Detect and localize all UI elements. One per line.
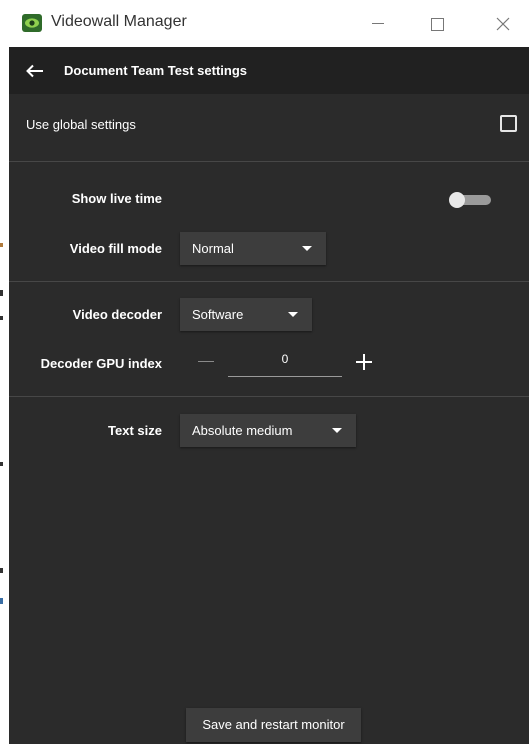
video-fill-mode-value: Normal [192,241,234,256]
edge-mark [0,290,3,296]
show-live-time-label: Show live time [71,191,162,206]
edge-mark [0,568,3,573]
close-icon[interactable] [488,10,518,38]
caret-down-icon [332,428,342,433]
video-decoder-label: Video decoder [72,307,162,322]
window-title: Videowall Manager [51,13,187,30]
text-size-label: Text size [108,423,162,438]
divider [9,396,529,397]
minimize-icon[interactable] [363,10,393,38]
increment-button[interactable] [355,353,373,371]
decrement-button[interactable] [196,352,216,372]
divider [9,281,529,282]
video-fill-mode-dropdown[interactable]: Normal [180,232,326,265]
title-bar: Videowall Manager [9,0,529,47]
save-and-restart-button[interactable]: Save and restart monitor [186,708,361,742]
caret-down-icon [288,312,298,317]
decoder-gpu-index-label: Decoder GPU index [40,356,162,371]
use-global-settings-checkbox[interactable] [500,115,517,132]
arrow-left-icon[interactable] [23,60,47,82]
edge-mark [0,316,3,320]
settings-window: Videowall Manager Document Team Test set… [9,0,529,744]
caret-down-icon [302,246,312,251]
use-global-settings-label: Use global settings [26,117,136,132]
edge-mark [0,243,3,247]
text-size-dropdown[interactable]: Absolute medium [180,414,356,447]
text-size-value: Absolute medium [192,423,293,438]
video-decoder-value: Software [192,307,244,322]
decoder-gpu-index-value: 0 [281,352,289,366]
decoder-gpu-index-input[interactable]: 0 [228,346,342,377]
show-live-time-toggle[interactable] [449,192,491,208]
video-decoder-dropdown[interactable]: Software [180,298,312,331]
maximize-icon[interactable] [422,10,452,38]
background-window-edge [0,0,9,744]
edge-mark [0,598,3,604]
edge-mark [0,462,3,466]
divider [9,161,529,162]
video-fill-mode-label: Video fill mode [69,241,162,256]
videowall-app-icon [22,14,42,32]
toggle-knob [449,192,465,208]
page-title: Document Team Test settings [64,63,247,78]
page-header: Document Team Test settings [9,47,529,94]
